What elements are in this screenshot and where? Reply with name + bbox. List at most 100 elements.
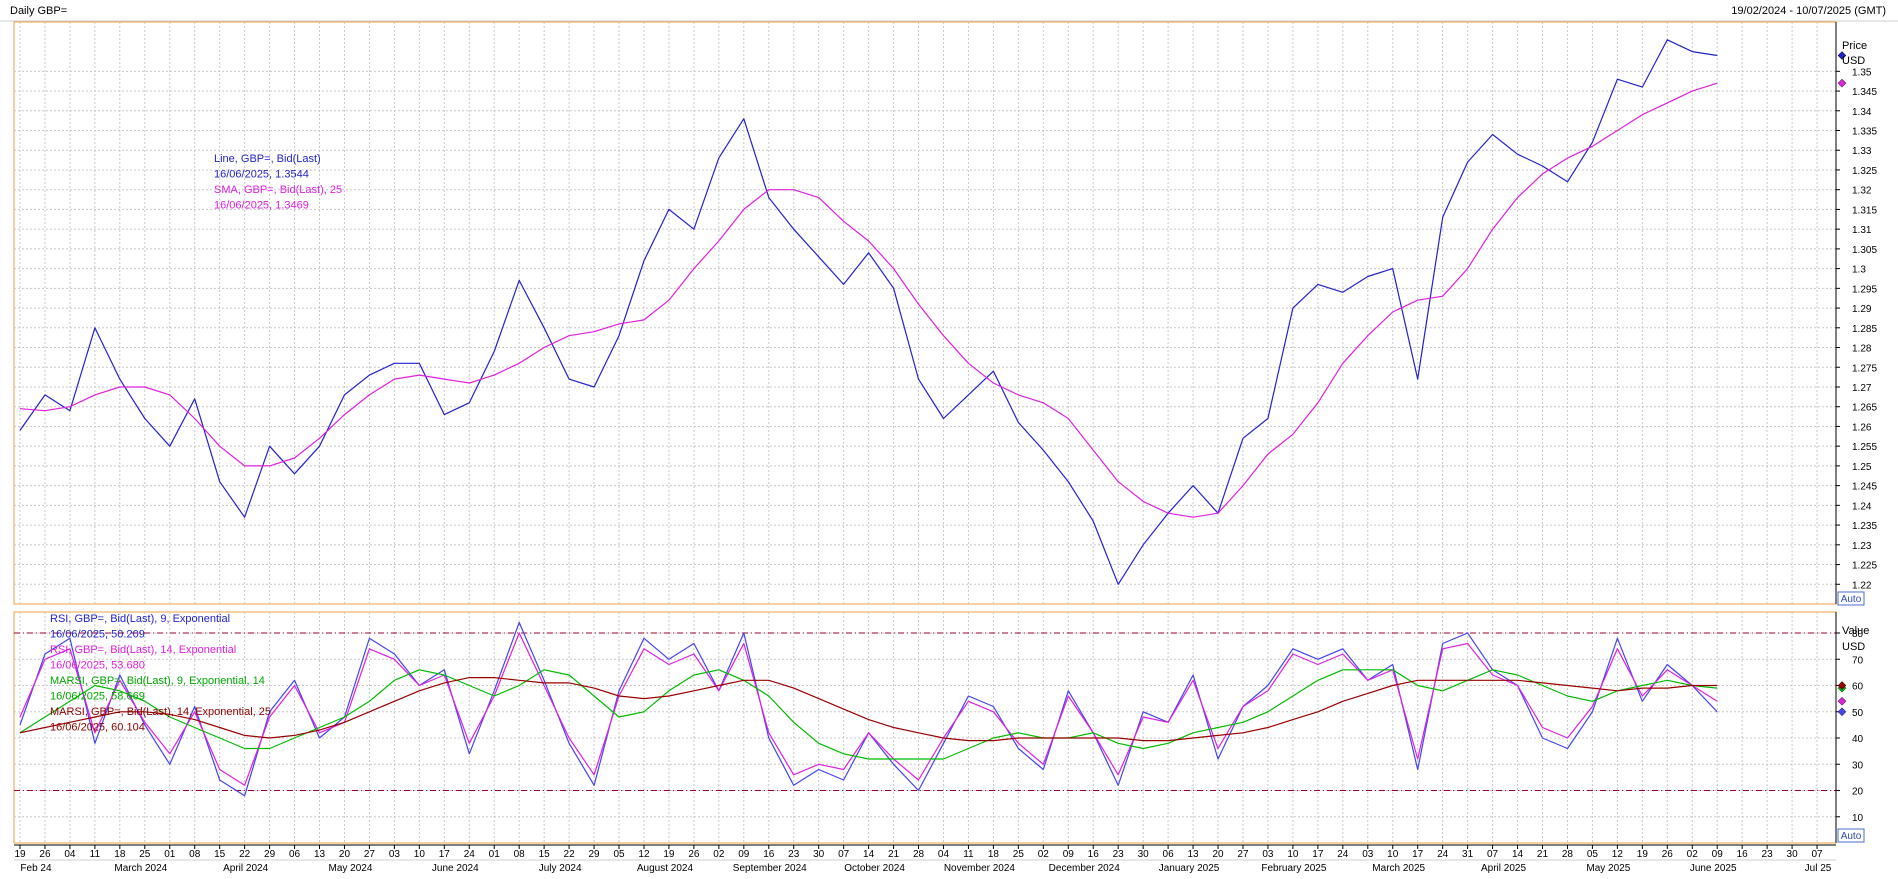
x-month-label: June 2025 bbox=[1690, 863, 1737, 874]
chart-window: Daily GBP= 19/02/2024 - 10/07/2025 (GMT)… bbox=[0, 0, 1898, 879]
x-month-label: May 2024 bbox=[329, 863, 373, 874]
x-day-label: 12 bbox=[638, 849, 650, 860]
rsi-legend-entry: MARSI, GBP=, Bid(Last), 9, Exponential, … bbox=[50, 675, 265, 687]
x-day-label: 29 bbox=[264, 849, 276, 860]
price-ytick-label: 1.22 bbox=[1852, 580, 1872, 591]
x-day-label: 22 bbox=[239, 849, 251, 860]
price-ytick-label: 1.31 bbox=[1852, 225, 1872, 236]
x-day-label: 21 bbox=[888, 849, 900, 860]
rsi-legend-entry: MARSI, GBP=, Bid(Last), 14, Exponential,… bbox=[50, 706, 271, 718]
x-day-label: 26 bbox=[688, 849, 700, 860]
price-ytick-label: 1.255 bbox=[1852, 442, 1877, 453]
x-month-label: July 2024 bbox=[539, 863, 582, 874]
x-day-label: 03 bbox=[1362, 849, 1374, 860]
x-day-label: 07 bbox=[1811, 849, 1823, 860]
x-day-label: 12 bbox=[1612, 849, 1624, 860]
x-day-label: 11 bbox=[963, 849, 974, 860]
price-ytick-label: 1.295 bbox=[1852, 284, 1877, 295]
x-month-label: May 2025 bbox=[1586, 863, 1630, 874]
x-day-label: 30 bbox=[813, 849, 825, 860]
x-month-label: Jul 25 bbox=[1805, 863, 1832, 874]
price-legend-entry: SMA, GBP=, Bid(Last), 25 bbox=[214, 184, 342, 196]
x-day-label: 28 bbox=[1562, 849, 1574, 860]
x-day-label: 02 bbox=[713, 849, 725, 860]
x-day-label: 26 bbox=[39, 849, 51, 860]
price-axis-title: Price bbox=[1842, 40, 1867, 52]
x-day-label: 15 bbox=[539, 849, 551, 860]
x-day-label: 24 bbox=[464, 849, 476, 860]
x-day-label: 05 bbox=[613, 849, 625, 860]
chart-canvas[interactable]: Daily GBP= 19/02/2024 - 10/07/2025 (GMT)… bbox=[0, 0, 1898, 879]
x-month-label: February 2025 bbox=[1261, 863, 1326, 874]
x-month-label: March 2024 bbox=[114, 863, 167, 874]
x-day-label: 19 bbox=[1637, 849, 1649, 860]
x-day-label: 17 bbox=[1312, 849, 1324, 860]
x-day-label: 10 bbox=[414, 849, 426, 860]
price-legend-entry: 16/06/2025, 1.3469 bbox=[214, 200, 309, 212]
price-ytick-label: 1.33 bbox=[1852, 146, 1872, 157]
x-month-label: October 2024 bbox=[844, 863, 905, 874]
x-day-label: 18 bbox=[988, 849, 1000, 860]
x-month-label: June 2024 bbox=[432, 863, 479, 874]
x-day-label: 01 bbox=[164, 849, 176, 860]
price-ytick-label: 1.315 bbox=[1852, 205, 1877, 216]
rsi-axis-unit: USD bbox=[1842, 641, 1865, 653]
x-day-label: 09 bbox=[1063, 849, 1075, 860]
x-month-label: August 2024 bbox=[637, 863, 694, 874]
x-day-label: 31 bbox=[1462, 849, 1474, 860]
rsi-auto-label: Auto bbox=[1841, 831, 1862, 842]
x-day-label: 07 bbox=[838, 849, 850, 860]
x-day-label: 19 bbox=[14, 849, 26, 860]
x-month-label: September 2024 bbox=[733, 863, 807, 874]
x-day-label: 27 bbox=[364, 849, 376, 860]
rsi-panel[interactable]: 1020304050607080 bbox=[13, 611, 1864, 844]
price-ytick-label: 1.265 bbox=[1852, 403, 1877, 414]
x-day-label: 17 bbox=[439, 849, 451, 860]
price-legend-entry: Line, GBP=, Bid(Last) bbox=[214, 153, 321, 165]
x-day-label: 06 bbox=[289, 849, 301, 860]
x-day-label: 14 bbox=[863, 849, 875, 860]
x-day-label: 29 bbox=[588, 849, 600, 860]
rsi-axis-title: Value bbox=[1842, 625, 1869, 637]
price-ytick-label: 1.32 bbox=[1852, 186, 1872, 197]
x-month-label: December 2024 bbox=[1049, 863, 1121, 874]
price-panel[interactable]: 1.22 1.225 1.23 1.235 1.24 1.245 1.25 1.255 1.26… bbox=[13, 21, 1877, 605]
x-day-label: 23 bbox=[1113, 849, 1125, 860]
price-ytick-label: 1.235 bbox=[1852, 521, 1877, 532]
x-day-label: 16 bbox=[1088, 849, 1100, 860]
price-ytick-label: 1.28 bbox=[1852, 344, 1872, 355]
x-day-label: 19 bbox=[663, 849, 675, 860]
x-month-label: Feb 24 bbox=[20, 863, 52, 874]
x-day-label: 24 bbox=[1337, 849, 1349, 860]
x-day-label: 16 bbox=[763, 849, 775, 860]
rsi-legend-entry: RSI, GBP=, Bid(Last), 14, Exponential bbox=[50, 644, 236, 656]
x-day-label: 13 bbox=[314, 849, 326, 860]
rsi-ytick-label: 10 bbox=[1852, 813, 1864, 824]
x-day-label: 18 bbox=[114, 849, 126, 860]
x-day-label: 26 bbox=[1662, 849, 1674, 860]
rsi-legend-entry: RSI, GBP=, Bid(Last), 9, Exponential bbox=[50, 613, 230, 625]
x-day-label: 07 bbox=[1487, 849, 1499, 860]
x-day-label: 01 bbox=[489, 849, 501, 860]
x-day-label: 14 bbox=[1512, 849, 1524, 860]
x-day-label: 08 bbox=[189, 849, 201, 860]
x-day-label: 09 bbox=[1712, 849, 1724, 860]
price-ytick-label: 1.23 bbox=[1852, 541, 1872, 552]
price-ytick-label: 1.325 bbox=[1852, 166, 1877, 177]
price-ytick-label: 1.345 bbox=[1852, 87, 1877, 98]
x-day-label: 02 bbox=[1687, 849, 1699, 860]
chart-title: Daily GBP= bbox=[10, 5, 67, 17]
price-axis-unit: USD bbox=[1842, 55, 1865, 67]
x-day-label: 22 bbox=[564, 849, 576, 860]
price-ytick-label: 1.34 bbox=[1852, 107, 1872, 118]
x-day-label: 03 bbox=[1262, 849, 1274, 860]
rsi-legend-entry: 16/06/2025, 50.209 bbox=[50, 629, 145, 641]
x-day-label: 20 bbox=[339, 849, 351, 860]
x-day-label: 20 bbox=[1212, 849, 1224, 860]
price-ytick-label: 1.35 bbox=[1852, 67, 1872, 78]
x-month-label: March 2025 bbox=[1372, 863, 1425, 874]
rsi-ytick-label: 70 bbox=[1852, 655, 1864, 666]
x-day-label: 13 bbox=[1188, 849, 1200, 860]
price-ytick-label: 1.29 bbox=[1852, 304, 1872, 315]
date-range-label: 19/02/2024 - 10/07/2025 (GMT) bbox=[1731, 5, 1886, 17]
